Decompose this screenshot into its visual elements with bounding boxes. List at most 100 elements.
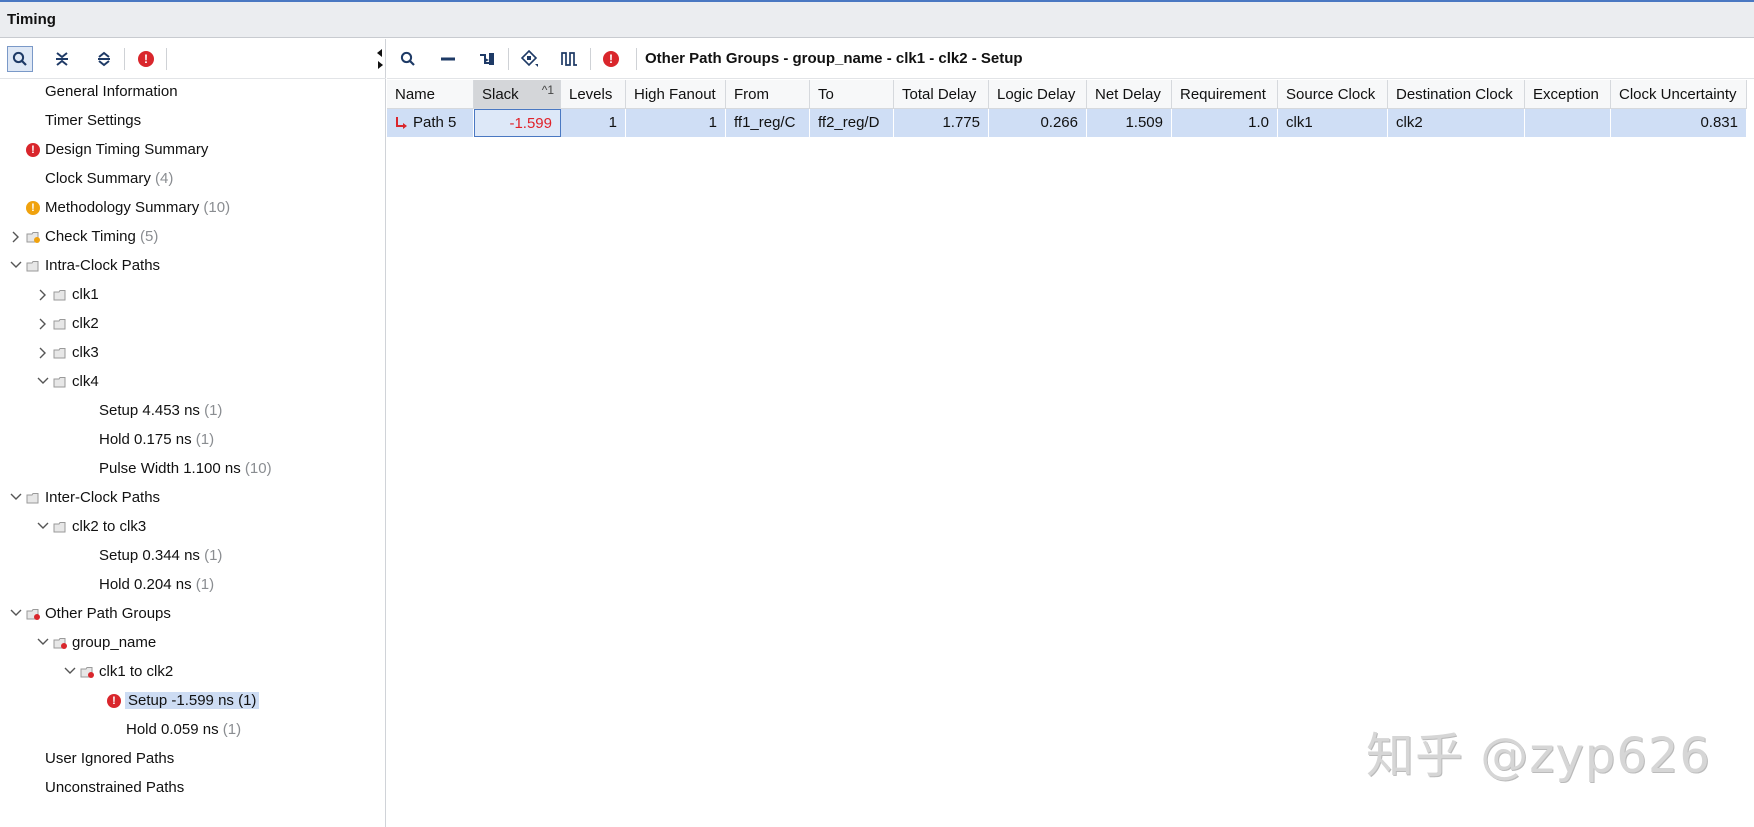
tree-item-group-name[interactable]: group_name	[53, 631, 156, 655]
minimize-icon	[441, 57, 455, 61]
tree-item-clock-summary[interactable]: Clock Summary (4)	[45, 167, 173, 191]
route-icon	[480, 53, 494, 65]
tree-item-clk4-setup[interactable]: Setup 4.453 ns (1)	[99, 399, 222, 423]
table-cell-high-fanout[interactable]: 1	[626, 109, 726, 137]
toolbar-separator	[636, 48, 637, 70]
tree-item-methodology-summary[interactable]: ! Methodology Summary (10)	[26, 196, 230, 220]
table-cell-total-delay[interactable]: 1.775	[894, 109, 989, 137]
schematic-button[interactable]	[517, 46, 543, 72]
tree-item-timer-settings[interactable]: Timer Settings	[45, 109, 141, 133]
window-title: Timing	[7, 11, 56, 28]
tree-item-clk2[interactable]: clk2	[53, 312, 99, 336]
chevron-right-icon[interactable]	[36, 283, 50, 307]
breadcrumb: Other Path Groups - group_name - clk1 - …	[645, 50, 1023, 67]
folder-error-icon	[80, 666, 94, 678]
table-cell-source-clock[interactable]: clk1	[1278, 109, 1388, 137]
table-cell-levels[interactable]: 1	[561, 109, 626, 137]
column-header-slack[interactable]: Slack ^1	[474, 80, 561, 109]
folder-icon	[53, 347, 66, 359]
chevron-down-icon[interactable]	[9, 254, 23, 278]
chevron-down-icon[interactable]	[63, 660, 77, 684]
tree-item-group-setup[interactable]: ! Setup -1.599 ns (1)	[107, 689, 260, 713]
toolbar-separator	[124, 48, 125, 70]
column-header-exception[interactable]: Exception	[1525, 80, 1611, 109]
folder-icon	[53, 376, 66, 388]
table-cell-clock-uncertainty[interactable]: 0.831	[1611, 109, 1747, 137]
toolbar-separator	[508, 48, 509, 70]
route-button[interactable]	[475, 46, 501, 72]
chevron-down-icon[interactable]	[36, 370, 50, 394]
tree-item-intra-clock-paths[interactable]: Intra-Clock Paths	[26, 254, 160, 278]
column-header-name[interactable]: Name	[387, 80, 474, 109]
table-cell-exception[interactable]	[1525, 109, 1611, 137]
column-header-to[interactable]: To	[810, 80, 894, 109]
column-header-net-delay[interactable]: Net Delay	[1087, 80, 1172, 109]
tree-item-inter-setup[interactable]: Setup 0.344 ns (1)	[99, 544, 222, 568]
schematic-icon	[521, 50, 538, 67]
chevron-down-icon[interactable]	[36, 631, 50, 655]
error-icon: !	[603, 51, 619, 67]
column-header-clock-uncertainty[interactable]: Clock Uncertainty	[1611, 80, 1747, 109]
minimize-button[interactable]	[435, 46, 461, 72]
folder-error-icon	[26, 608, 40, 620]
tree-item-group-hold[interactable]: Hold 0.059 ns (1)	[126, 718, 241, 742]
folder-icon	[53, 521, 66, 533]
toolbar-separator	[590, 48, 591, 70]
folder-error-icon	[53, 637, 67, 649]
tree-item-clk4[interactable]: clk4	[53, 370, 99, 394]
expand-all-icon	[98, 51, 110, 67]
table-cell-to[interactable]: ff2_reg/D	[810, 109, 894, 137]
column-header-source-clock[interactable]: Source Clock	[1278, 80, 1388, 109]
column-header-requirement[interactable]: Requirement	[1172, 80, 1278, 109]
toolbar-separator	[166, 48, 167, 70]
column-header-high-fanout[interactable]: High Fanout	[626, 80, 726, 109]
tree-item-check-timing[interactable]: Check Timing (5)	[26, 225, 158, 249]
table-cell-name[interactable]: Path 5	[387, 109, 474, 137]
table-cell-net-delay[interactable]: 1.509	[1087, 109, 1172, 137]
chevron-down-icon[interactable]	[9, 486, 23, 510]
tree-item-other-path-groups[interactable]: Other Path Groups	[26, 602, 171, 626]
table-cell-destination-clock[interactable]: clk2	[1388, 109, 1525, 137]
folder-icon	[26, 260, 39, 272]
column-header-destination-clock[interactable]: Destination Clock	[1388, 80, 1525, 109]
tree-item-inter-clock-paths[interactable]: Inter-Clock Paths	[26, 486, 160, 510]
tree-item-clk1-to-clk2[interactable]: clk1 to clk2	[80, 660, 173, 684]
tree-item-inter-hold[interactable]: Hold 0.204 ns (1)	[99, 573, 214, 597]
column-header-levels[interactable]: Levels	[561, 80, 626, 109]
waveform-button[interactable]	[557, 46, 583, 72]
column-header-total-delay[interactable]: Total Delay	[894, 80, 989, 109]
folder-warning-icon	[26, 231, 40, 243]
table-cell-logic-delay[interactable]: 0.266	[989, 109, 1087, 137]
search-icon	[400, 51, 415, 66]
tree-item-clk4-hold[interactable]: Hold 0.175 ns (1)	[99, 428, 214, 452]
chevron-down-icon[interactable]	[9, 602, 23, 626]
tree-item-clk1[interactable]: clk1	[53, 283, 99, 307]
tree-item-clk2-to-clk3[interactable]: clk2 to clk3	[53, 515, 146, 539]
show-errors-button[interactable]: !	[133, 46, 159, 72]
tree-item-design-timing-summary[interactable]: ! Design Timing Summary	[26, 138, 208, 162]
sort-ascending-indicator: ^1	[541, 83, 554, 97]
column-header-logic-delay[interactable]: Logic Delay	[989, 80, 1087, 109]
chevron-down-icon[interactable]	[36, 515, 50, 539]
search-button[interactable]	[395, 46, 421, 72]
chevron-right-icon[interactable]	[36, 341, 50, 365]
folder-icon	[26, 492, 39, 504]
panel-splitter-arrows-icon[interactable]	[376, 48, 384, 70]
tree-item-unconstrained-paths[interactable]: Unconstrained Paths	[45, 776, 184, 800]
table-cell-slack[interactable]: -1.599	[474, 109, 561, 137]
show-errors-button[interactable]: !	[598, 46, 624, 72]
table-cell-requirement[interactable]: 1.0	[1172, 109, 1278, 137]
expand-all-button[interactable]	[91, 46, 117, 72]
collapse-all-button[interactable]	[49, 46, 75, 72]
chevron-right-icon[interactable]	[36, 312, 50, 336]
tree-item-clk3[interactable]: clk3	[53, 341, 99, 365]
search-button[interactable]	[7, 46, 33, 72]
tree-item-general-information[interactable]: General Information	[45, 80, 178, 104]
tree-item-clk4-pulse-width[interactable]: Pulse Width 1.100 ns (10)	[99, 457, 272, 481]
column-header-from[interactable]: From	[726, 80, 810, 109]
table-cell-from[interactable]: ff1_reg/C	[726, 109, 810, 137]
timing-path-icon	[396, 117, 407, 130]
chevron-right-icon[interactable]	[9, 225, 23, 249]
tree-item-user-ignored-paths[interactable]: User Ignored Paths	[45, 747, 174, 771]
warning-icon: !	[26, 201, 40, 216]
